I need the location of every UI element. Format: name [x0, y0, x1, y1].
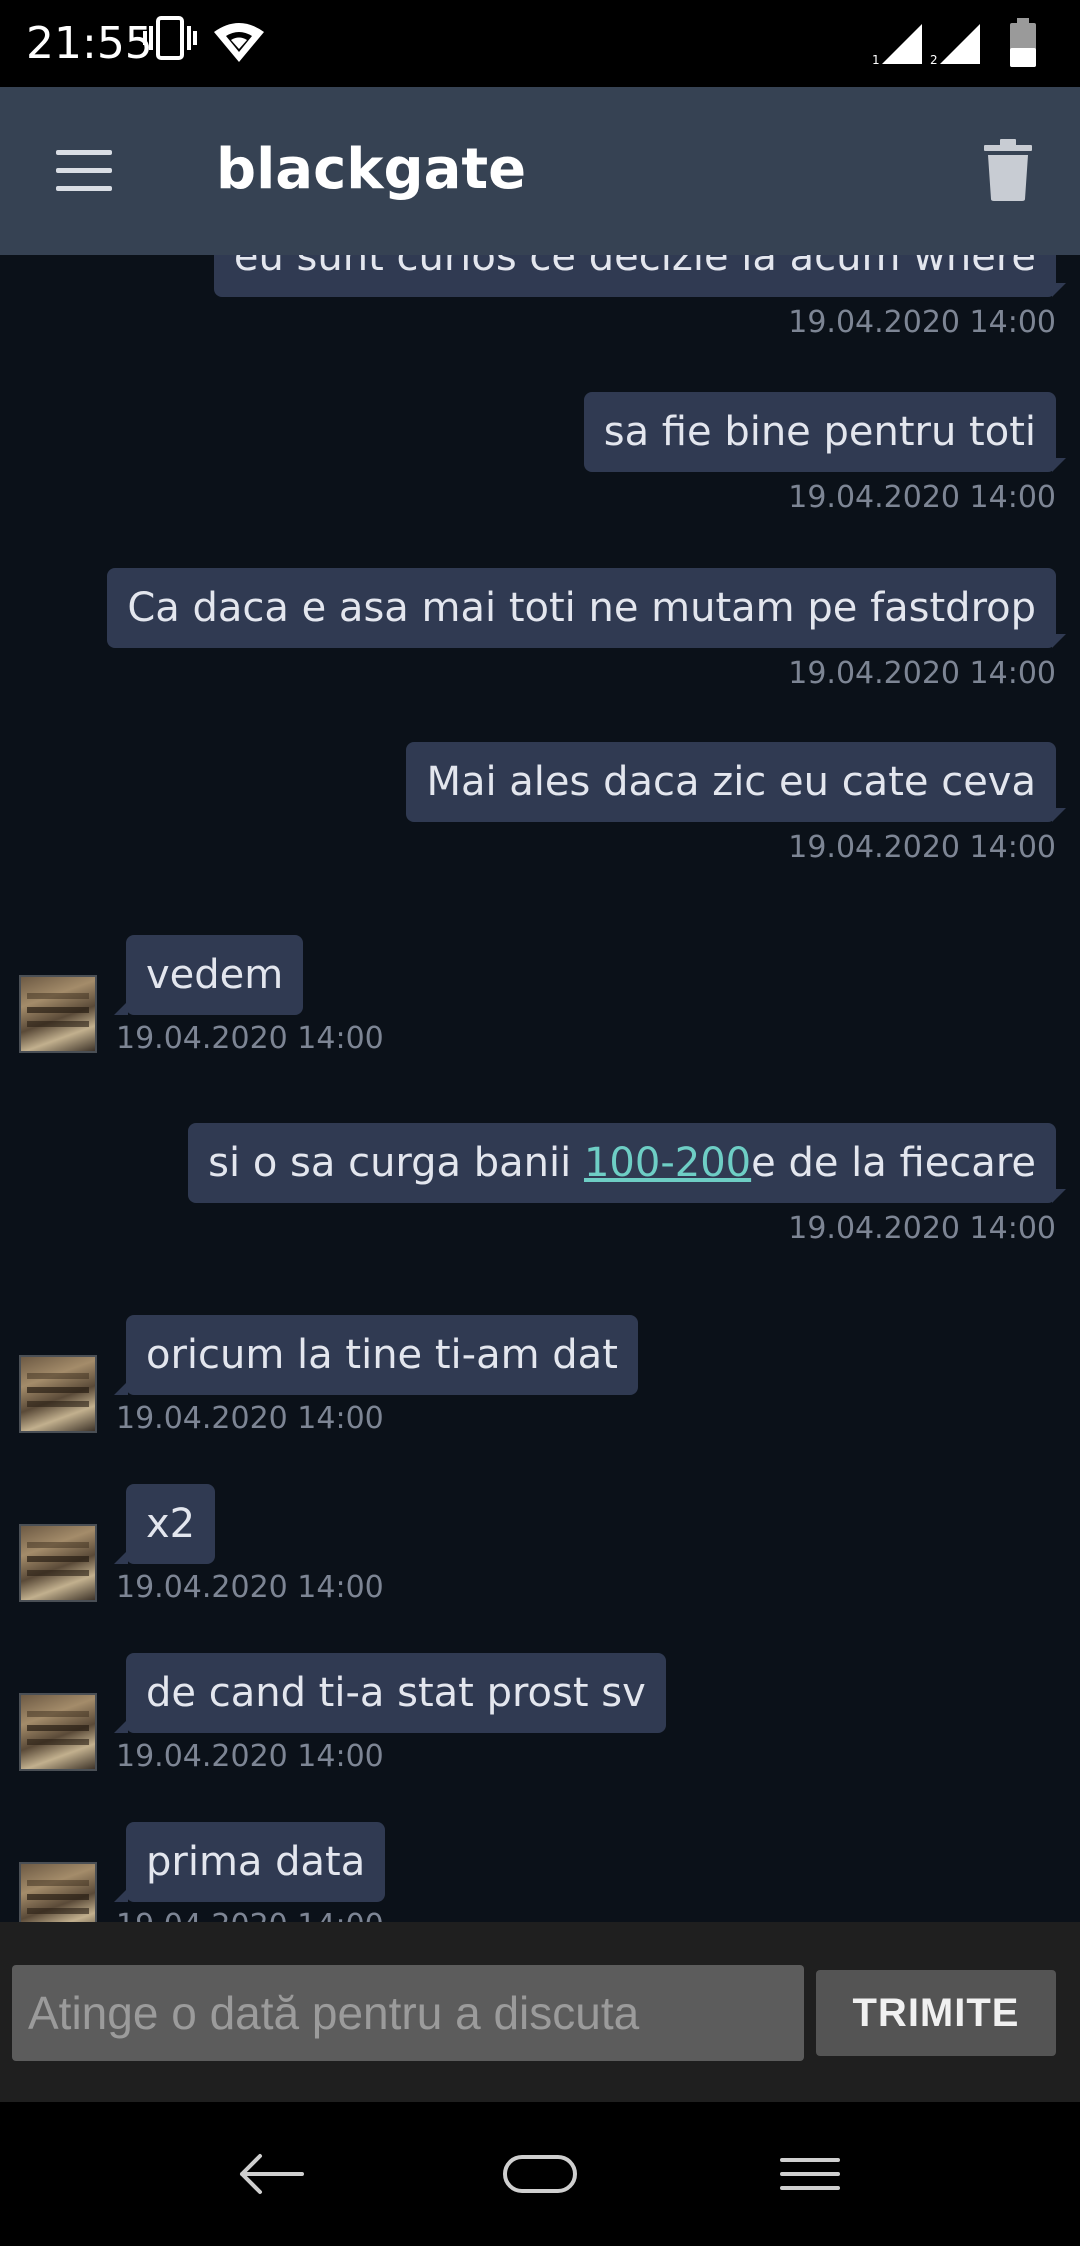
app-bar: blackgate [0, 87, 1080, 255]
avatar[interactable] [19, 1524, 97, 1602]
message-incoming[interactable]: prima data 19.04.2020 14:00 [0, 1822, 1080, 1922]
message-bubble: Ca daca e asa mai toti ne mutam pe fastd… [107, 568, 1056, 648]
message-text: si o sa curga banii [208, 1140, 584, 1186]
message-bubble: sa fie bine pentru toti [583, 392, 1056, 472]
message-bubble: oricum la tine ti-am dat [126, 1315, 638, 1395]
message-link[interactable]: 100-200 [584, 1140, 751, 1186]
avatar[interactable] [19, 1693, 97, 1771]
message-bubble: Mai ales daca zic eu cate ceva [406, 742, 1056, 822]
recents-icon[interactable] [780, 2156, 840, 2192]
message-outgoing[interactable]: si o sa curga banii 100-200e de la fieca… [0, 1123, 1080, 1253]
message-list[interactable]: eu sunt curios ce decizie ia acum where … [0, 255, 1080, 1922]
home-icon[interactable] [502, 2154, 578, 2194]
message-incoming[interactable]: x2 19.04.2020 14:00 [0, 1484, 1080, 1614]
message-bubble: prima data [126, 1822, 386, 1902]
message-bubble: vedem [126, 935, 304, 1015]
message-incoming[interactable]: vedem 19.04.2020 14:00 [0, 935, 1080, 1065]
message-timestamp: 19.04.2020 14:00 [116, 1739, 384, 1774]
message-composer: TRIMITE [0, 1922, 1080, 2102]
navigation-bar [0, 2102, 1080, 2246]
page-title: blackgate [216, 137, 527, 202]
message-timestamp: 19.04.2020 14:00 [788, 305, 1056, 340]
message-bubble: si o sa curga banii 100-200e de la fieca… [188, 1123, 1056, 1203]
vibrate-icon [143, 16, 197, 60]
trash-icon[interactable] [984, 139, 1032, 201]
sim2-label: 2 [930, 53, 938, 66]
signal-sim1-icon: 1 [872, 24, 922, 66]
avatar[interactable] [19, 1355, 97, 1433]
message-text: e de la fiecare [751, 1140, 1036, 1186]
avatar[interactable] [19, 975, 97, 1053]
message-timestamp: 19.04.2020 14:00 [788, 656, 1056, 691]
wifi-icon [214, 23, 264, 62]
message-bubble: de cand ti-a stat prost sv [126, 1653, 666, 1733]
message-timestamp: 19.04.2020 14:00 [116, 1908, 384, 1922]
battery-icon [1010, 18, 1036, 67]
back-icon[interactable] [236, 2150, 306, 2198]
message-outgoing[interactable]: Ca daca e asa mai toti ne mutam pe fastd… [0, 568, 1080, 698]
message-bubble: eu sunt curios ce decizie ia acum where [213, 255, 1056, 297]
menu-icon[interactable] [56, 150, 112, 192]
message-timestamp: 19.04.2020 14:00 [116, 1021, 384, 1056]
message-outgoing[interactable]: Mai ales daca zic eu cate ceva 19.04.202… [0, 742, 1080, 872]
message-timestamp: 19.04.2020 14:00 [116, 1401, 384, 1436]
message-timestamp: 19.04.2020 14:00 [788, 480, 1056, 515]
status-bar: 21:55 1 2 [0, 0, 1080, 87]
status-time: 21:55 [26, 18, 153, 69]
sim1-label: 1 [872, 53, 880, 66]
message-outgoing[interactable]: eu sunt curios ce decizie ia acum where … [0, 255, 1080, 355]
signal-sim2-icon: 2 [930, 24, 980, 66]
avatar[interactable] [19, 1862, 97, 1922]
message-timestamp: 19.04.2020 14:00 [788, 1211, 1056, 1246]
message-bubble: x2 [126, 1484, 216, 1564]
message-input[interactable] [12, 1965, 804, 2061]
message-incoming[interactable]: oricum la tine ti-am dat 19.04.2020 14:0… [0, 1315, 1080, 1445]
message-timestamp: 19.04.2020 14:00 [116, 1570, 384, 1605]
message-incoming[interactable]: de cand ti-a stat prost sv 19.04.2020 14… [0, 1653, 1080, 1783]
message-outgoing[interactable]: sa fie bine pentru toti 19.04.2020 14:00 [0, 392, 1080, 522]
message-timestamp: 19.04.2020 14:00 [788, 830, 1056, 865]
send-button[interactable]: TRIMITE [816, 1970, 1056, 2056]
